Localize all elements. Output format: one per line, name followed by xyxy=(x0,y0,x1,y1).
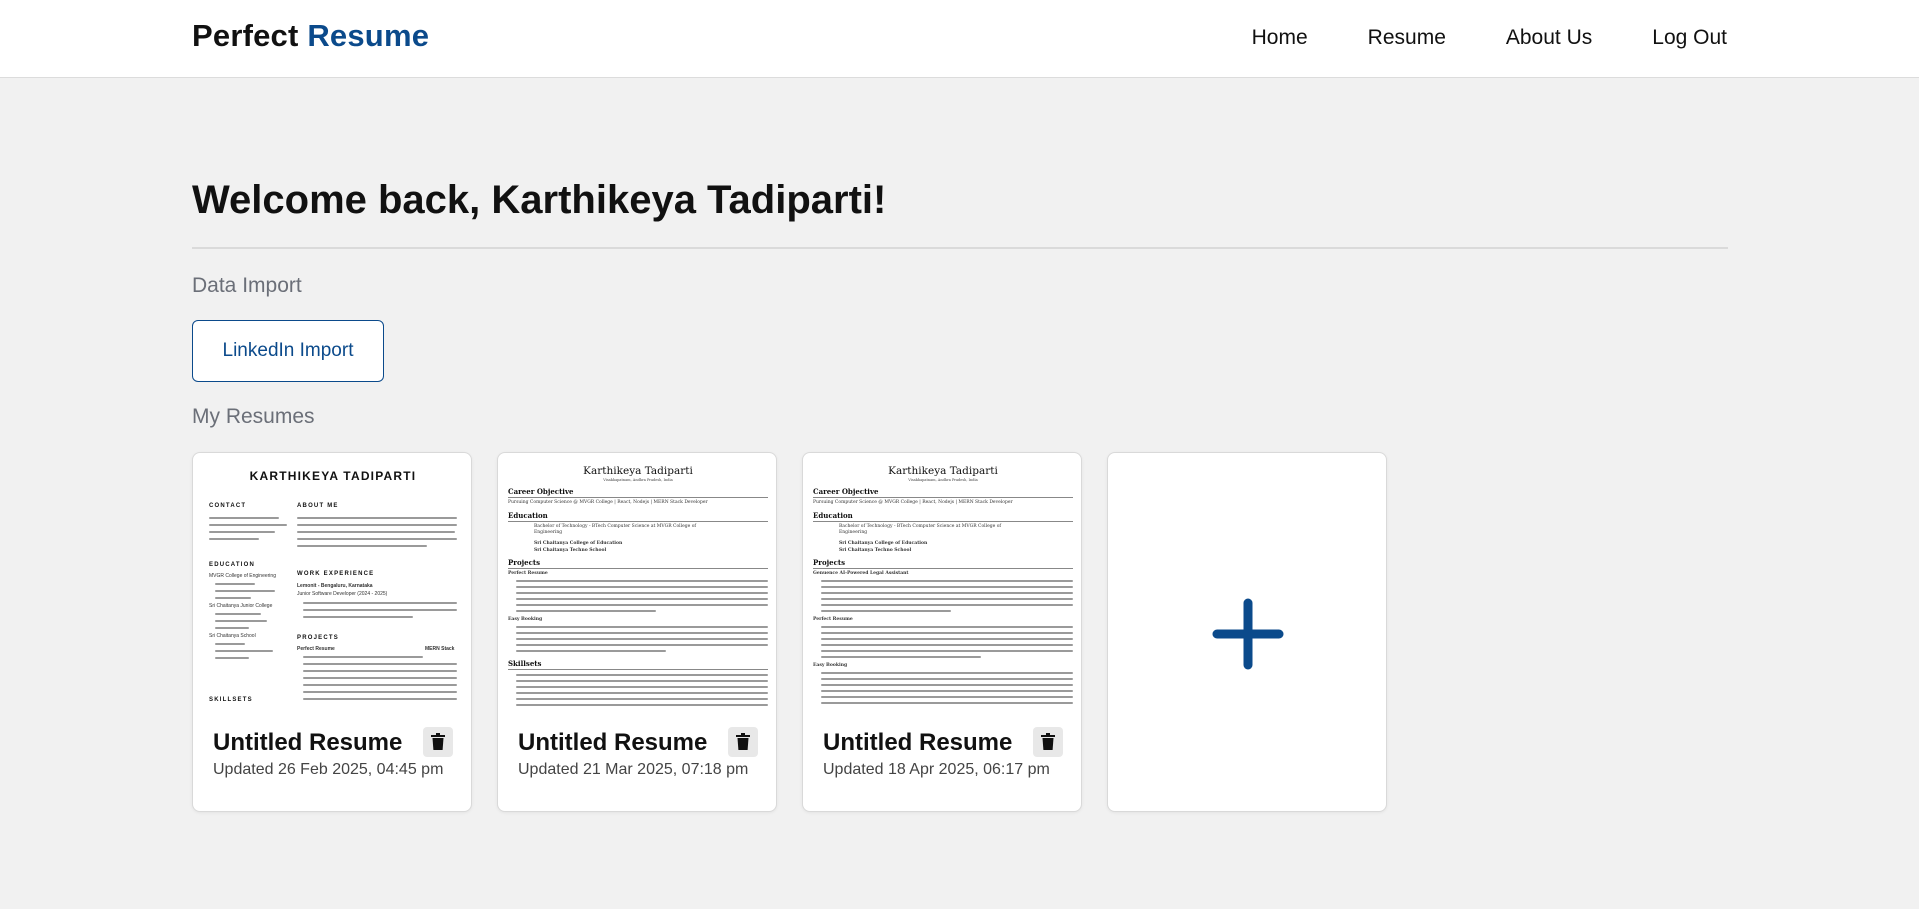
preview-project-b: Easy Booking xyxy=(813,663,848,668)
preview-project-a: Perfect Resume xyxy=(813,617,853,622)
preview-project-c: Genuence AI-Powered Legal Assistant xyxy=(813,571,909,576)
preview-edu-1: Bachelor of Technology - BTech Computer … xyxy=(839,524,1002,535)
preview-edu-3: Sri Chaitanya Techno School xyxy=(839,548,912,553)
preview-name: Karthikeya Tadiparti xyxy=(583,465,693,477)
resume-preview-thumbnail[interactable]: Karthikeya Tadiparti Visakhapatnam, Andh… xyxy=(813,461,1073,711)
preview-contact-heading: CONTACT xyxy=(209,503,247,509)
resume-card[interactable]: Karthikeya Tadiparti Visakhapatnam, Andh… xyxy=(497,452,777,812)
preview-work-1: Lemonit - Bengaluru, Karnataka xyxy=(297,583,373,589)
resume-card-updated: Updated 26 Feb 2025, 04:45 pm xyxy=(213,761,444,778)
my-resumes-heading: My Resumes xyxy=(192,405,315,428)
data-import-heading: Data Import xyxy=(192,274,302,297)
preview-work-1-role: Junior Software Developer (2024 - 2025) xyxy=(297,591,388,597)
preview-career-text: Pursuing Computer Science @ MVGR College… xyxy=(508,500,708,505)
preview-edu-3: Sri Chaitanya Techno School xyxy=(534,548,607,553)
preview-location: Visakhapatnam, Andhra Pradesh, India xyxy=(603,478,673,482)
resume-card-title[interactable]: Untitled Resume xyxy=(518,729,707,757)
preview-career-heading: Career Objective xyxy=(813,487,879,496)
preview-name: Karthikeya Tadiparti xyxy=(888,465,998,477)
resume-preview-thumbnail[interactable]: KARTHIKEYA TADIPARTI CONTACT ABOUT ME ED… xyxy=(203,461,463,711)
delete-resume-button[interactable] xyxy=(423,727,453,757)
top-navbar: Perfect Resume Home Resume About Us Log … xyxy=(0,0,1919,78)
resume-card-title[interactable]: Untitled Resume xyxy=(213,729,402,757)
preview-project-1: Perfect Resume xyxy=(297,646,335,652)
preview-edu-1: Bachelor of Technology - BTech Computer … xyxy=(534,524,697,535)
brand-word-perfect: Perfect xyxy=(192,18,299,53)
resume-card[interactable]: Karthikeya Tadiparti Visakhapatnam, Andh… xyxy=(802,452,1082,812)
preview-edu-2: Sri Chaitanya College of Education xyxy=(534,541,623,546)
preview-name: KARTHIKEYA TADIPARTI xyxy=(249,469,417,483)
preview-education-heading: Education xyxy=(508,511,548,520)
welcome-heading: Welcome back, Karthikeya Tadiparti! xyxy=(192,178,887,222)
resume-card-updated: Updated 21 Mar 2025, 07:18 pm xyxy=(518,761,749,778)
nav-links: Home Resume About Us Log Out xyxy=(1252,26,1727,50)
add-resume-card[interactable] xyxy=(1107,452,1387,812)
brand-word-resume: Resume xyxy=(307,18,430,53)
preview-education-heading: Education xyxy=(813,511,853,520)
preview-career-text: Pursuing Computer Science @ MVGR College… xyxy=(813,500,1013,505)
trash-icon xyxy=(736,733,750,750)
preview-projects-heading: PROJECTS xyxy=(297,635,339,641)
preview-career-heading: Career Objective xyxy=(508,487,574,496)
preview-projects-heading: Projects xyxy=(508,558,541,567)
trash-icon xyxy=(431,733,445,750)
add-resume-button[interactable] xyxy=(1211,597,1285,671)
nav-logout-link[interactable]: Log Out xyxy=(1652,26,1727,50)
resume-card-updated: Updated 18 Apr 2025, 06:17 pm xyxy=(823,761,1050,778)
preview-edu-1: MVGR College of Engineering xyxy=(209,573,276,579)
preview-projects-heading: Projects xyxy=(813,558,846,567)
preview-edu-2: Sri Chaitanya Junior College xyxy=(209,603,273,609)
preview-project-b: Easy Booking xyxy=(508,617,543,622)
preview-location: Visakhapatnam, Andhra Pradesh, India xyxy=(908,478,978,482)
preview-edu-2: Sri Chaitanya College of Education xyxy=(839,541,928,546)
preview-project-1-tag: MERN Stack xyxy=(425,646,455,652)
nav-home-link[interactable]: Home xyxy=(1252,26,1308,50)
delete-resume-button[interactable] xyxy=(728,727,758,757)
trash-icon xyxy=(1041,733,1055,750)
resume-preview-thumbnail[interactable]: Karthikeya Tadiparti Visakhapatnam, Andh… xyxy=(508,461,768,711)
preview-education-heading: EDUCATION xyxy=(209,562,256,568)
nav-about-link[interactable]: About Us xyxy=(1506,26,1592,50)
preview-skills-heading: SKILLSETS xyxy=(209,697,253,703)
resume-card-title[interactable]: Untitled Resume xyxy=(823,729,1012,757)
delete-resume-button[interactable] xyxy=(1033,727,1063,757)
preview-edu-3: Sri Chaitanya School xyxy=(209,633,256,639)
preview-about-heading: ABOUT ME xyxy=(297,503,339,509)
resume-card[interactable]: KARTHIKEYA TADIPARTI CONTACT ABOUT ME ED… xyxy=(192,452,472,812)
plus-icon xyxy=(1212,598,1284,670)
section-divider xyxy=(192,247,1728,249)
nav-resume-link[interactable]: Resume xyxy=(1368,26,1446,50)
linkedin-import-button[interactable]: LinkedIn Import xyxy=(192,320,384,382)
preview-skills-heading: Skillsets xyxy=(508,659,542,668)
preview-work-heading: WORK EXPERIENCE xyxy=(297,571,375,577)
preview-project-a: Perfect Resume xyxy=(508,571,548,576)
brand-logo[interactable]: Perfect Resume xyxy=(192,18,429,54)
